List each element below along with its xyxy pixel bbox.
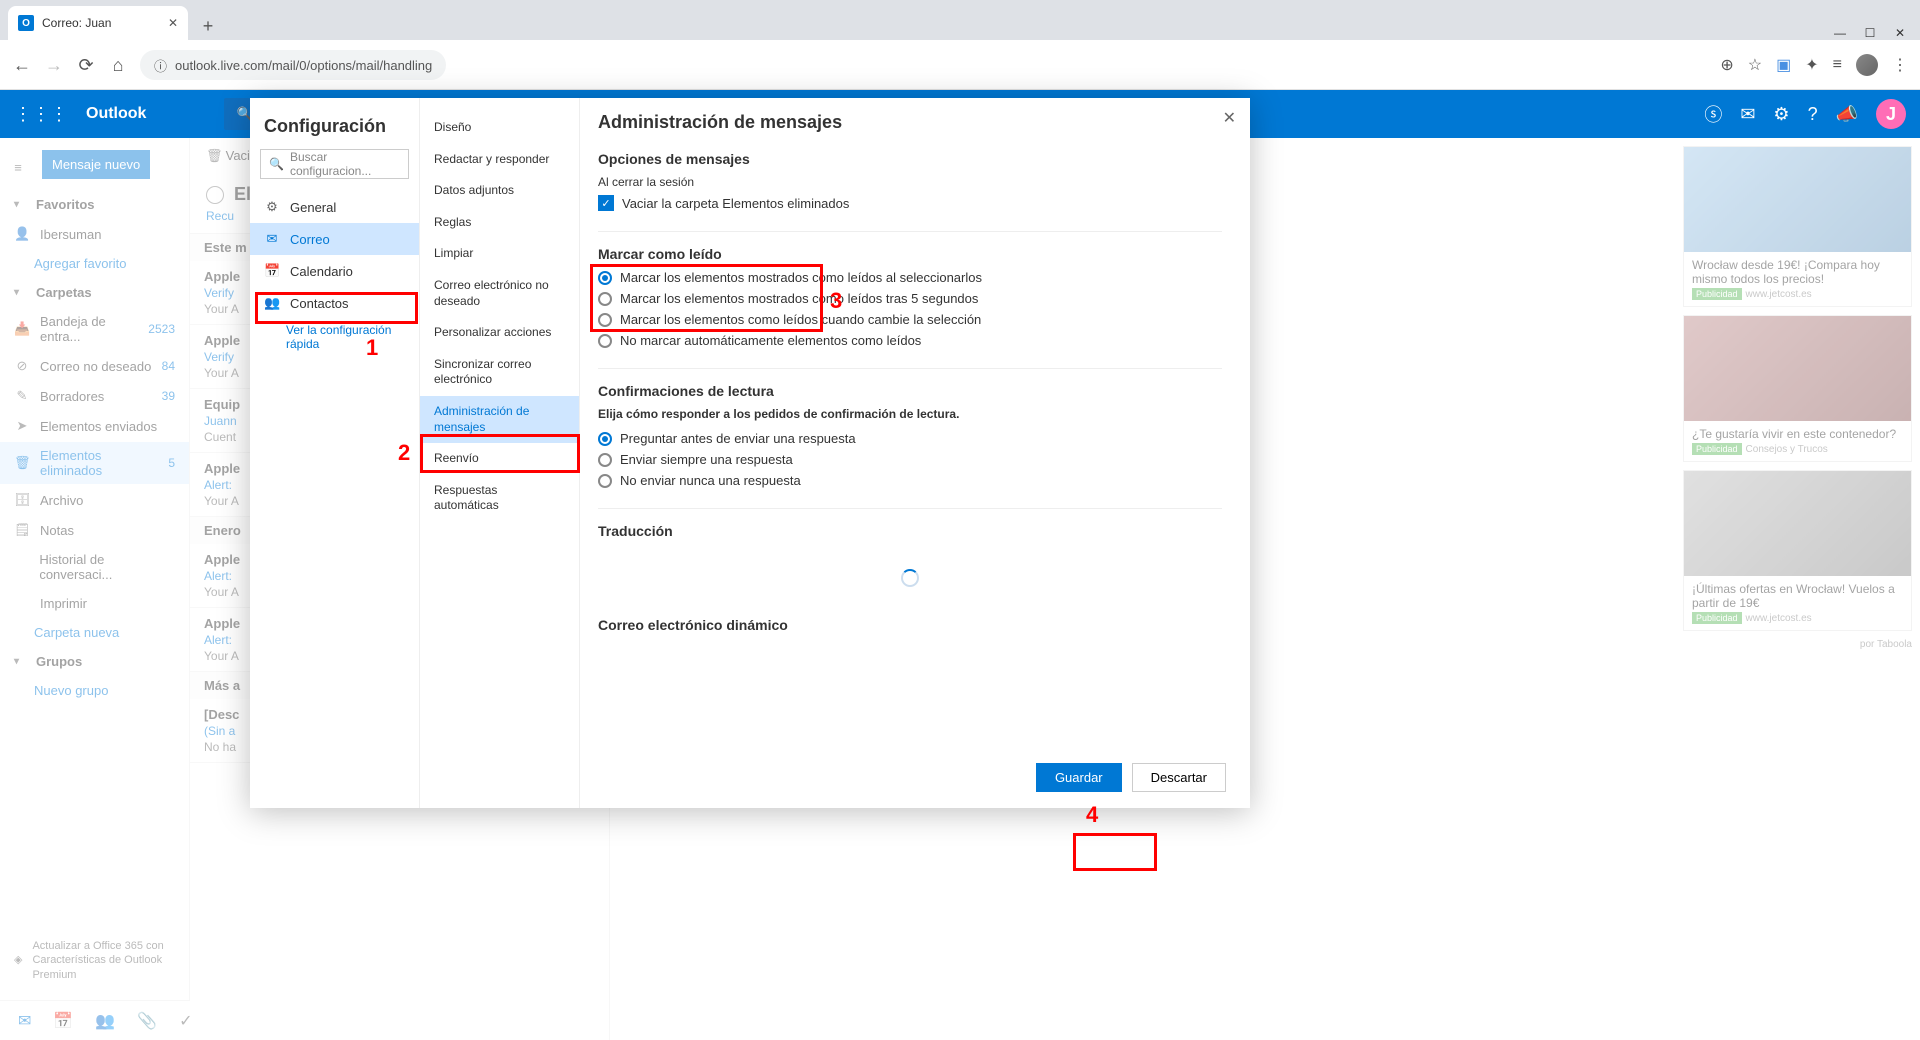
nav-mail[interactable]: ✉Correo [250,223,419,255]
settings-modal: ✕ Configuración 🔍 Buscar configuracion..… [250,98,1250,808]
subnav-customize[interactable]: Personalizar acciones [420,317,579,349]
radio-icon [598,271,612,285]
subnav-design[interactable]: Diseño [420,112,579,144]
nav-general[interactable]: ⚙General [250,191,419,223]
section-dynamic-email: Correo electrónico dinámico [598,617,1222,633]
browser-chrome: O Correo: Juan ✕ + — ☐ ✕ ← → ⟳ ⌂ ⓘ outlo… [0,0,1920,90]
settings-nav-secondary: Diseño Redactar y responder Datos adjunt… [420,98,580,808]
section-message-options: Opciones de mensajes Al cerrar la sesión… [598,151,1222,211]
radio-icon [598,334,612,348]
browser-tab[interactable]: O Correo: Juan ✕ [8,6,188,40]
megaphone-icon[interactable]: 📣 [1836,104,1858,125]
receipt-help: Elija cómo responder a los pedidos de co… [598,407,1222,421]
settings-gear-icon[interactable]: ⚙ [1773,104,1789,125]
subnav-attachments[interactable]: Datos adjuntos [420,175,579,207]
subnav-forwarding[interactable]: Reenvío [420,443,579,475]
home-icon[interactable]: ⌂ [108,55,128,76]
app-launcher-icon[interactable]: ⋮⋮⋮ [14,104,68,125]
save-button[interactable]: Guardar [1036,763,1122,792]
settings-search-input[interactable]: 🔍 Buscar configuracion... [260,149,409,179]
help-icon[interactable]: ? [1808,104,1818,125]
outbox-icon[interactable]: ✉ [1740,104,1755,125]
subnav-message-handling[interactable]: Administración de mensajes [420,396,579,443]
address-bar: ← → ⟳ ⌂ ⓘ outlook.live.com/mail/0/option… [0,40,1920,90]
section-heading: Confirmaciones de lectura [598,383,1222,399]
minimize-icon[interactable]: — [1834,26,1846,40]
radio-markread-never[interactable]: No marcar automáticamente elementos como… [598,333,1222,348]
subnav-compose[interactable]: Redactar y responder [420,144,579,176]
user-avatar[interactable]: J [1876,99,1906,129]
tab-title: Correo: Juan [42,16,111,30]
forward-icon[interactable]: → [44,55,64,76]
quick-settings-link[interactable]: Ver la configuración rápida [250,319,419,355]
radio-icon [598,474,612,488]
checkbox-icon: ✓ [598,195,614,211]
url-text: outlook.live.com/mail/0/options/mail/han… [175,58,432,73]
people-icon: 👥 [264,295,280,311]
cast-icon[interactable]: ▣ [1776,55,1791,75]
section-heading: Correo electrónico dinámico [598,617,1222,633]
window-controls: — ☐ ✕ [1834,26,1920,40]
on-signout-label: Al cerrar la sesión [598,175,1222,189]
checkbox-empty-deleted[interactable]: ✓ Vaciar la carpeta Elementos eliminados [598,195,1222,211]
subnav-rules[interactable]: Reglas [420,207,579,239]
settings-title: Configuración [250,112,419,149]
close-window-icon[interactable]: ✕ [1894,26,1906,40]
mail-icon: ✉ [264,231,280,247]
gear-icon: ⚙ [264,199,280,215]
new-tab-button[interactable]: + [194,12,222,40]
radio-markread-5s[interactable]: Marcar los elementos mostrados como leíd… [598,291,1222,306]
section-read-receipts: Confirmaciones de lectura Elija cómo res… [598,383,1222,488]
search-icon: 🔍 [269,157,284,171]
radio-icon [598,453,612,467]
section-heading: Traducción [598,523,1222,539]
loading-spinner-icon [901,569,919,587]
maximize-icon[interactable]: ☐ [1864,26,1876,40]
translate-icon[interactable]: ⊕ [1720,55,1733,75]
radio-icon [598,313,612,327]
outlook-brand: Outlook [86,105,146,123]
section-mark-read: Marcar como leído Marcar los elementos m… [598,246,1222,348]
radio-receipt-never[interactable]: No enviar nunca una respuesta [598,473,1222,488]
calendar-icon: 📅 [264,263,280,279]
section-heading: Marcar como leído [598,246,1222,262]
reading-list-icon[interactable]: ≡ [1833,56,1842,74]
star-icon[interactable]: ☆ [1748,55,1762,75]
section-heading: Opciones de mensajes [598,151,1222,167]
skype-icon[interactable]: ⓢ [1704,101,1722,127]
nav-contacts[interactable]: 👥Contactos [250,287,419,319]
reload-icon[interactable]: ⟳ [76,55,96,76]
radio-markread-select[interactable]: Marcar los elementos mostrados como leíd… [598,270,1222,285]
subnav-autoreply[interactable]: Respuestas automáticas [420,475,579,522]
subnav-junk[interactable]: Correo electrónico no deseado [420,270,579,317]
radio-markread-change[interactable]: Marcar los elementos como leídos cuando … [598,312,1222,327]
close-tab-icon[interactable]: ✕ [168,16,178,30]
radio-receipt-ask[interactable]: Preguntar antes de enviar una respuesta [598,431,1222,446]
settings-panel: Administración de mensajes Opciones de m… [580,98,1250,808]
nav-calendar[interactable]: 📅Calendario [250,255,419,287]
discard-button[interactable]: Descartar [1132,763,1226,792]
url-field[interactable]: ⓘ outlook.live.com/mail/0/options/mail/h… [140,50,446,80]
subnav-sync[interactable]: Sincronizar correo electrónico [420,349,579,396]
profile-avatar[interactable] [1856,54,1878,76]
radio-icon [598,292,612,306]
back-icon[interactable]: ← [12,55,32,76]
panel-title: Administración de mensajes [598,112,1222,133]
radio-icon [598,432,612,446]
settings-nav-primary: Configuración 🔍 Buscar configuracion... … [250,98,420,808]
outlook-favicon: O [18,15,34,31]
site-info-icon[interactable]: ⓘ [154,56,167,75]
browser-menu-icon[interactable]: ⋮ [1892,55,1908,75]
panel-buttons: Guardar Descartar [1036,763,1226,792]
tab-strip: O Correo: Juan ✕ + — ☐ ✕ [0,0,1920,40]
section-translation: Traducción [598,523,1222,587]
radio-receipt-always[interactable]: Enviar siempre una respuesta [598,452,1222,467]
subnav-sweep[interactable]: Limpiar [420,238,579,270]
extensions-icon[interactable]: ✦ [1805,55,1818,75]
